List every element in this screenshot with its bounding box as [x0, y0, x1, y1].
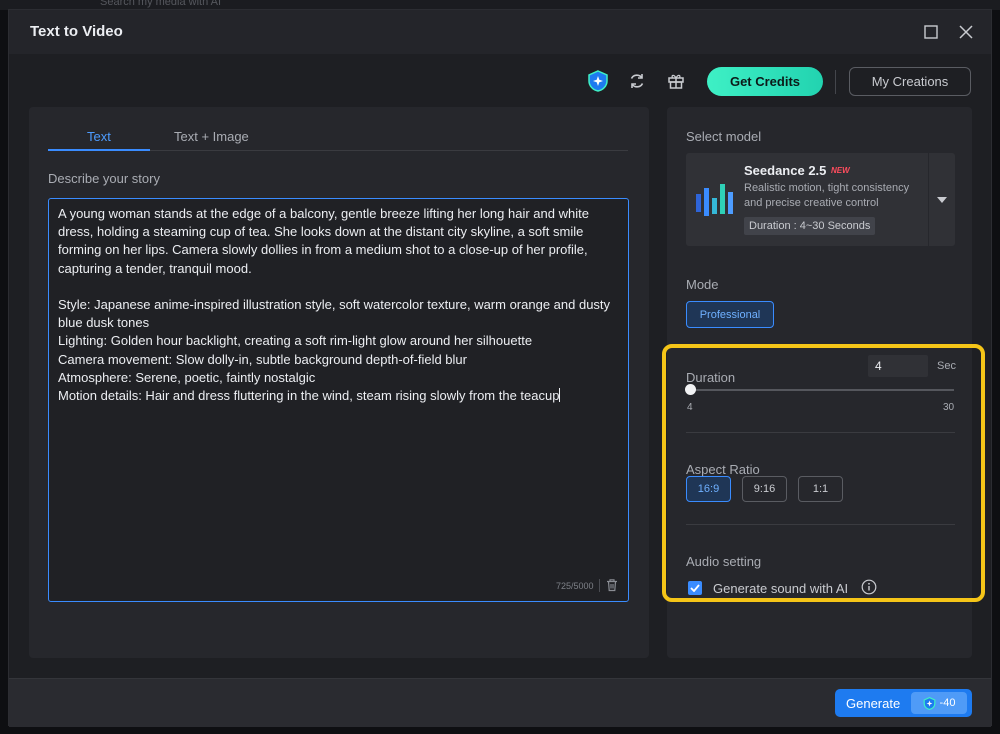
section-divider	[686, 524, 955, 525]
section-divider	[686, 432, 955, 433]
counter-divider	[599, 579, 600, 592]
my-creations-button[interactable]: My Creations	[849, 67, 971, 96]
duration-input[interactable]	[868, 355, 928, 377]
model-logo-icon	[694, 178, 736, 220]
story-label: Describe your story	[48, 171, 160, 186]
story-panel: Text Text + Image Describe your story A …	[29, 107, 649, 658]
character-counter: 725/5000	[556, 581, 594, 591]
new-badge: NEW	[831, 166, 850, 175]
dialog-footer: Generate -40	[9, 678, 991, 727]
refresh-icon[interactable]	[626, 70, 648, 92]
ai-credits-shield-icon[interactable]	[587, 70, 609, 92]
duration-label: Duration	[686, 370, 736, 385]
duration-unit: Sec	[937, 360, 956, 372]
window-title: Text to Video	[30, 23, 123, 40]
credit-cost-badge: -40	[911, 692, 967, 714]
text-caret	[559, 388, 561, 403]
mode-professional-button[interactable]: Professional	[686, 301, 774, 328]
trash-icon[interactable]	[605, 578, 619, 592]
story-text[interactable]: A young woman stands at the edge of a ba…	[58, 206, 614, 403]
get-credits-button[interactable]: Get Credits	[707, 67, 823, 96]
generate-button[interactable]: Generate -40	[835, 689, 972, 717]
generate-sound-checkbox[interactable]	[688, 581, 702, 595]
credit-cost-value: -40	[939, 697, 956, 709]
title-bar: Text to Video	[9, 10, 991, 54]
generate-sound-label[interactable]: Generate sound with AI	[713, 581, 848, 596]
ratio-16-9-button[interactable]: 16:9	[686, 476, 731, 502]
model-description: Realistic motion, tight consistency and …	[744, 182, 910, 209]
model-name: Seedance 2.5	[744, 163, 827, 178]
generate-label: Generate	[846, 696, 901, 711]
select-model-label: Select model	[686, 129, 762, 144]
gift-icon[interactable]	[665, 70, 687, 92]
ratio-9-16-button[interactable]: 9:16	[742, 476, 787, 502]
duration-slider-track[interactable]	[690, 389, 954, 391]
text-to-video-dialog: Text to Video Get Credits My Creations T…	[8, 9, 992, 727]
settings-panel: Select model Seedance 2.5 NEW Realistic …	[667, 107, 972, 658]
background-search-ghost: Search my media with AI	[100, 0, 222, 8]
story-textarea[interactable]: A young woman stands at the edge of a ba…	[48, 198, 629, 602]
model-duration-chip: Duration : 4~30 Seconds	[744, 217, 876, 235]
slider-min-value: 4	[687, 402, 693, 413]
toolbar-divider	[835, 70, 836, 94]
slider-max-value: 30	[943, 402, 955, 413]
ratio-1-1-button[interactable]: 1:1	[798, 476, 843, 502]
audio-setting-label: Audio setting	[686, 554, 762, 569]
tab-text[interactable]: Text	[87, 129, 111, 144]
close-icon[interactable]	[954, 20, 978, 44]
active-tab-indicator	[48, 149, 150, 151]
model-selector[interactable]: Seedance 2.5 NEW Realistic motion, tight…	[686, 153, 955, 246]
mode-label: Mode	[686, 277, 719, 292]
tab-text-image[interactable]: Text + Image	[174, 129, 249, 144]
chevron-down-icon[interactable]	[928, 153, 955, 246]
duration-slider-handle[interactable]	[685, 384, 696, 395]
aspect-ratio-label: Aspect Ratio	[686, 462, 760, 477]
maximize-icon[interactable]	[919, 20, 943, 44]
info-icon[interactable]	[861, 579, 877, 595]
credit-shield-icon	[923, 696, 935, 710]
